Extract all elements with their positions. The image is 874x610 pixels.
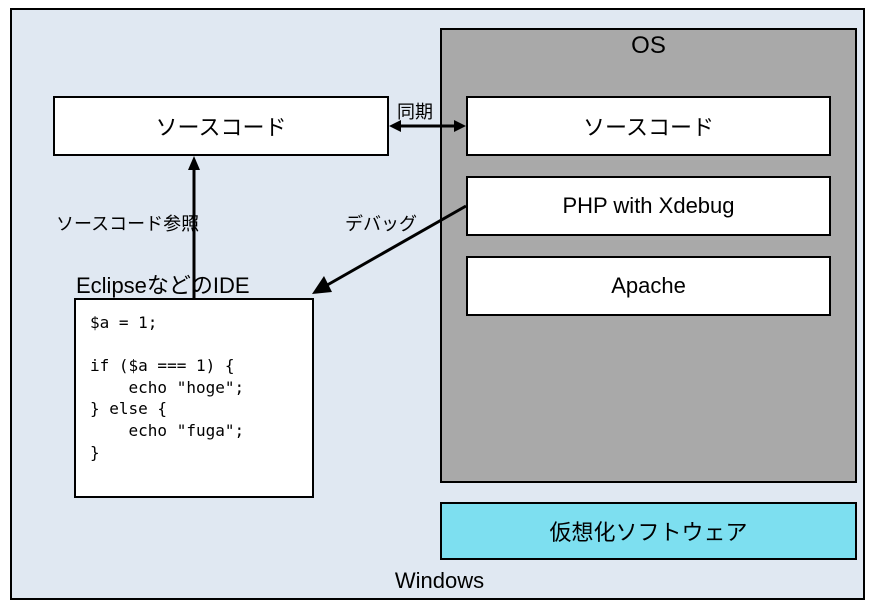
reference-label: ソースコード参照 — [56, 210, 199, 236]
virtualization-software-box: 仮想化ソフトウェア — [440, 502, 857, 560]
host-source-code-box: ソースコード — [53, 96, 389, 156]
os-source-code-box: ソースコード — [466, 96, 831, 156]
ide-code-box: $a = 1; if ($a === 1) { echo "hoge"; } e… — [74, 298, 314, 498]
windows-host-box: OS ソースコード ソースコード PHP with Xdebug Apache … — [10, 8, 865, 600]
os-title: OS — [440, 32, 857, 60]
apache-box: Apache — [466, 256, 831, 316]
diagram-canvas: OS ソースコード ソースコード PHP with Xdebug Apache … — [0, 0, 874, 610]
php-xdebug-box: PHP with Xdebug — [466, 176, 831, 236]
sync-label: 同期 — [397, 98, 433, 124]
debug-label: デバッグ — [345, 210, 417, 236]
ide-label: EclipseなどのIDE — [76, 268, 250, 300]
windows-label: Windows — [12, 568, 867, 594]
